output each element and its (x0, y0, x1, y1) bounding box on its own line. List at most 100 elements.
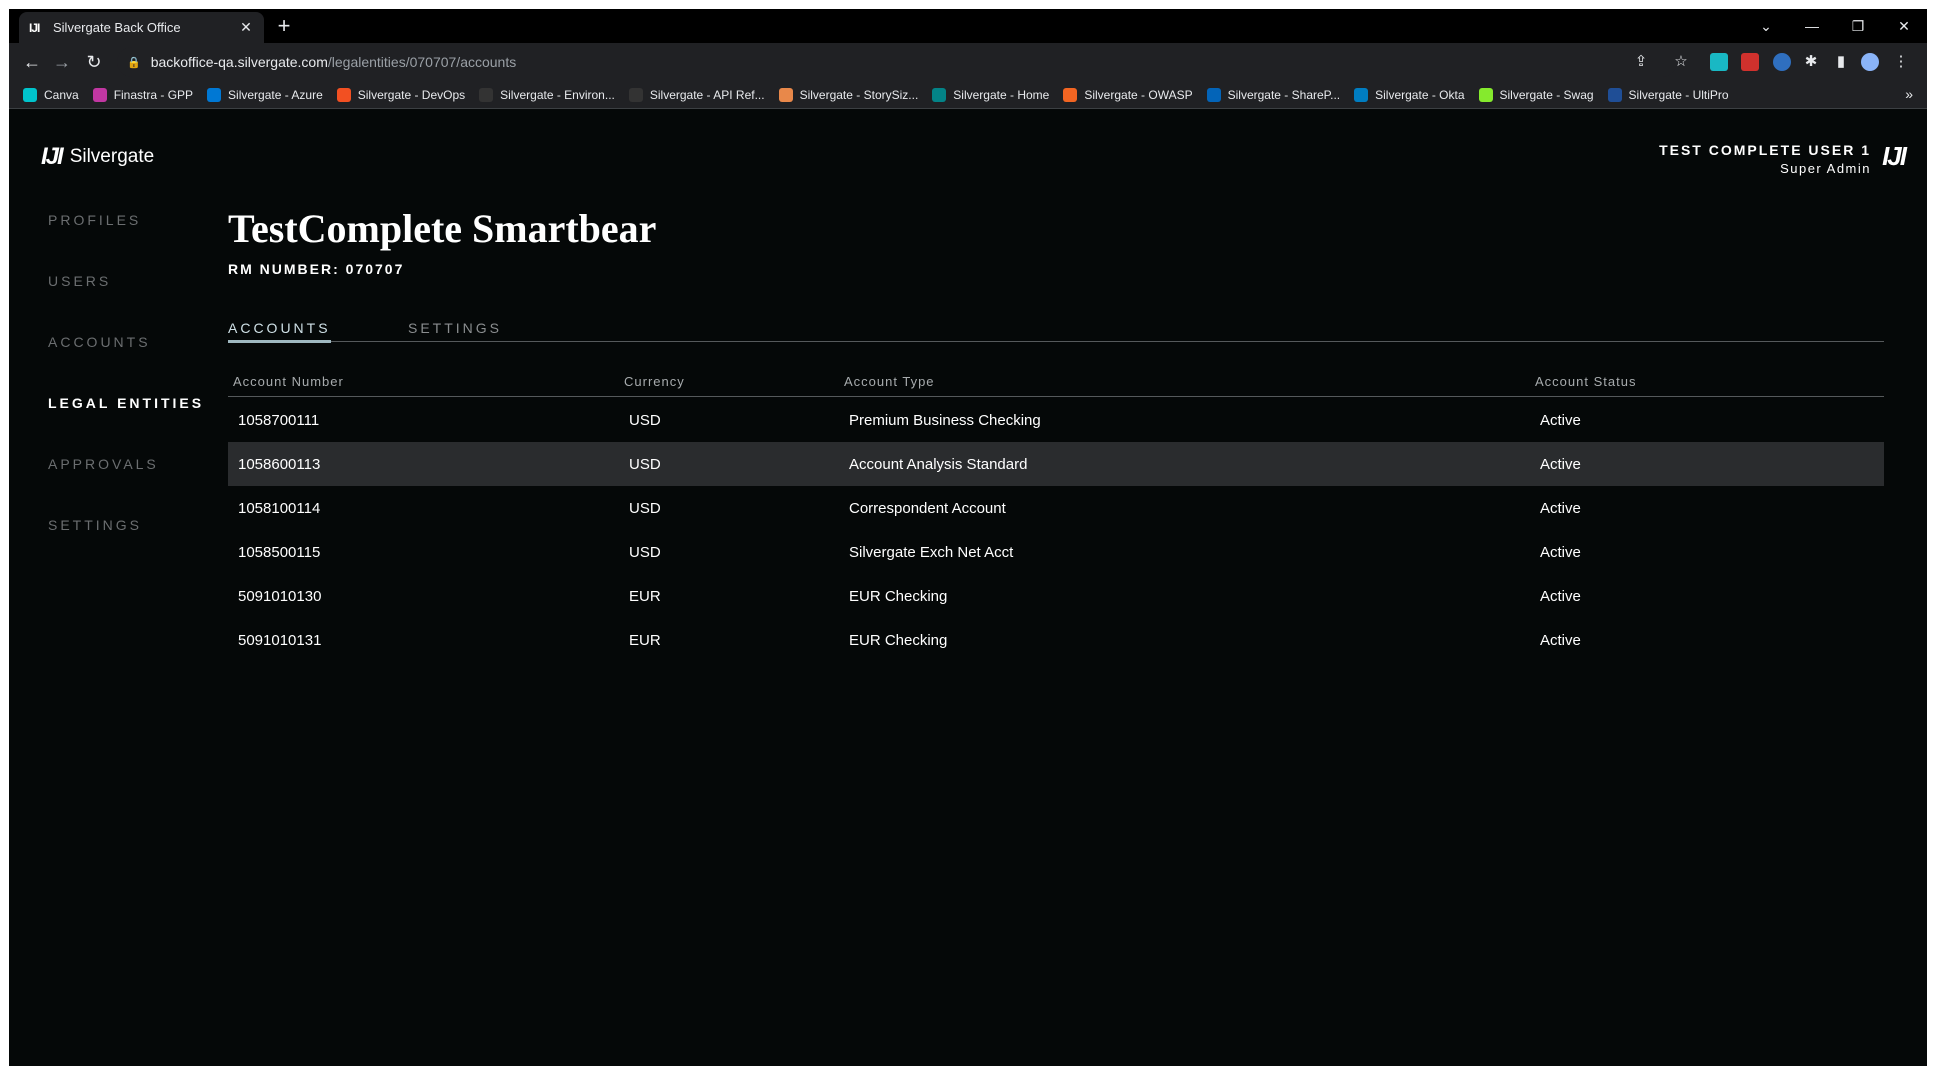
bookmark-item[interactable]: Silvergate - StorySiz... (778, 87, 918, 102)
bookmark-item[interactable]: Silvergate - OWASP (1063, 87, 1193, 102)
bookmark-label: Silvergate - Home (953, 87, 1050, 102)
browser-tab[interactable]: IJI Silvergate Back Office ✕ (19, 12, 264, 43)
bookmark-favicon-icon (1063, 87, 1078, 102)
account-number-cell: 5091010131 (238, 632, 322, 649)
bookmark-favicon-icon (1354, 87, 1369, 102)
profile-avatar[interactable] (1861, 53, 1879, 71)
bookmark-favicon-icon (336, 87, 351, 102)
table-row[interactable]: 1058600113 USD Account Analysis Standard… (228, 442, 1884, 486)
bookmark-favicon-icon (1478, 87, 1493, 102)
side-panel-icon[interactable]: ▮ (1831, 52, 1851, 72)
reload-icon[interactable]: ↻ (81, 49, 107, 75)
app-root: IJI Silvergate TEST COMPLETE USER 1 Supe… (9, 109, 1927, 1066)
account-type-cell: EUR Checking (849, 588, 948, 605)
table-header: Account Number Currency Account Type Acc… (228, 374, 1884, 397)
bookmark-item[interactable]: Silvergate - Azure (207, 87, 323, 102)
bookmarks-overflow-icon[interactable]: » (1905, 86, 1913, 102)
bookmark-item[interactable]: Silvergate - Home (932, 87, 1050, 102)
bookmark-item[interactable]: Silvergate - UltiPro (1607, 87, 1729, 102)
extension-icon[interactable] (1773, 53, 1791, 71)
account-number-cell: 1058100114 (238, 500, 321, 517)
bookmark-item[interactable]: Silvergate - API Ref... (628, 87, 765, 102)
url-host: backoffice-qa.silvergate.com (150, 54, 328, 70)
sidebar-item-accounts[interactable]: ACCOUNTS (48, 334, 204, 395)
bookmark-star-icon[interactable]: ☆ (1671, 52, 1691, 72)
bookmark-favicon-icon (23, 87, 37, 102)
account-type-cell: EUR Checking (849, 632, 948, 649)
account-status-cell: Active (1540, 456, 1581, 473)
silvergate-favicon-icon: IJI (29, 20, 40, 35)
column-header-account-type[interactable]: Account Type (844, 374, 935, 389)
currency-cell: EUR (629, 588, 661, 605)
table-row[interactable]: 1058100114 USD Correspondent Account Act… (228, 486, 1884, 530)
account-status-cell: Active (1540, 412, 1581, 429)
bookmark-label: Silvergate - DevOps (357, 87, 466, 102)
bookmark-item[interactable]: Silvergate - Okta (1354, 87, 1465, 102)
table-row[interactable]: 5091010131 EUR EUR Checking Active (228, 618, 1884, 662)
silvergate-logo[interactable]: IJI Silvergate (41, 143, 154, 171)
bookmark-label: Silvergate - OWASP (1084, 87, 1193, 102)
bookmark-label: Canva (44, 87, 79, 102)
forward-arrow-icon[interactable]: → (49, 49, 75, 75)
bookmark-item[interactable]: Silvergate - ShareP... (1206, 87, 1341, 102)
puzzle-extensions-icon[interactable]: ✱ (1801, 52, 1821, 72)
column-header-account-number[interactable]: Account Number (233, 374, 344, 389)
window-close-button[interactable]: ✕ (1881, 9, 1927, 43)
currency-cell: USD (629, 456, 661, 473)
back-arrow-icon[interactable]: ← (19, 49, 45, 75)
bookmark-label: Silvergate - Azure (228, 87, 323, 102)
lock-icon: 🔒 (127, 56, 141, 69)
bookmark-item[interactable]: Finastra - GPP (92, 87, 193, 102)
sidebar-item-profiles[interactable]: PROFILES (48, 212, 204, 273)
column-header-account-status[interactable]: Account Status (1535, 374, 1636, 389)
sidebar-nav: PROFILES USERS ACCOUNTS LEGAL ENTITIES A… (48, 212, 204, 578)
tab-settings[interactable]: SETTINGS (408, 320, 502, 340)
tab-search-chevron-icon[interactable]: ⌄ (1743, 9, 1789, 43)
share-icon[interactable]: ⇪ (1631, 52, 1651, 72)
tab-accounts[interactable]: ACCOUNTS (228, 320, 331, 343)
sidebar-item-settings[interactable]: SETTINGS (48, 517, 204, 578)
new-tab-button[interactable]: + (271, 14, 297, 40)
table-row[interactable]: 5091010130 EUR EUR Checking Active (228, 574, 1884, 618)
bookmark-favicon-icon (479, 87, 494, 102)
kebab-menu-icon[interactable]: ⋮ (1891, 52, 1911, 72)
account-number-cell: 1058500115 (238, 544, 321, 561)
close-icon[interactable]: ✕ (238, 19, 254, 36)
extension-icon[interactable] (1741, 53, 1759, 71)
bookmark-label: Silvergate - UltiPro (1628, 87, 1729, 102)
user-info[interactable]: TEST COMPLETE USER 1 Super Admin (1659, 142, 1871, 176)
bookmark-item[interactable]: Silvergate - Swag (1478, 87, 1594, 102)
bookmark-favicon-icon (207, 87, 222, 102)
column-header-currency[interactable]: Currency (624, 374, 685, 389)
silvergate-mark-icon: IJI (41, 143, 64, 170)
rm-number: RM NUMBER: 070707 (228, 261, 405, 277)
sidebar-item-approvals[interactable]: APPROVALS (48, 456, 204, 517)
account-number-cell: 1058700111 (238, 412, 320, 429)
accounts-table-body: 1058700111 USD Premium Business Checking… (228, 398, 1884, 662)
bookmark-favicon-icon (778, 87, 793, 102)
sidebar-item-users[interactable]: USERS (48, 273, 204, 334)
user-name: TEST COMPLETE USER 1 (1659, 142, 1871, 158)
minimize-button[interactable]: — (1789, 9, 1835, 43)
sidebar-item-legal-entities[interactable]: LEGAL ENTITIES (48, 395, 204, 456)
bookmark-label: Silvergate - Swag (1499, 87, 1594, 102)
bookmark-favicon-icon (1206, 87, 1221, 102)
tab-strip: IJI Silvergate Back Office ✕ + ⌄ — ❐ ✕ (9, 9, 1927, 43)
currency-cell: USD (629, 412, 661, 429)
bookmark-label: Silvergate - ShareP... (1227, 87, 1341, 102)
restore-button[interactable]: ❐ (1835, 9, 1881, 43)
bookmark-item[interactable]: Canva (23, 87, 79, 102)
bookmark-item[interactable]: Silvergate - Environ... (479, 87, 615, 102)
bookmark-item[interactable]: Silvergate - DevOps (336, 87, 466, 102)
account-status-cell: Active (1540, 500, 1581, 517)
silvergate-mark-icon: IJI (1882, 141, 1907, 171)
account-number-cell: 5091010130 (238, 588, 322, 605)
account-status-cell: Active (1540, 632, 1581, 649)
address-bar[interactable]: 🔒 backoffice-qa.silvergate.com/legalenti… (117, 47, 1677, 77)
table-row[interactable]: 1058700111 USD Premium Business Checking… (228, 398, 1884, 442)
logo-text: Silvergate (69, 146, 155, 167)
extension-icon[interactable] (1710, 53, 1728, 71)
table-row[interactable]: 1058500115 USD Silvergate Exch Net Acct … (228, 530, 1884, 574)
account-status-cell: Active (1540, 588, 1581, 605)
account-status-cell: Active (1540, 544, 1581, 561)
